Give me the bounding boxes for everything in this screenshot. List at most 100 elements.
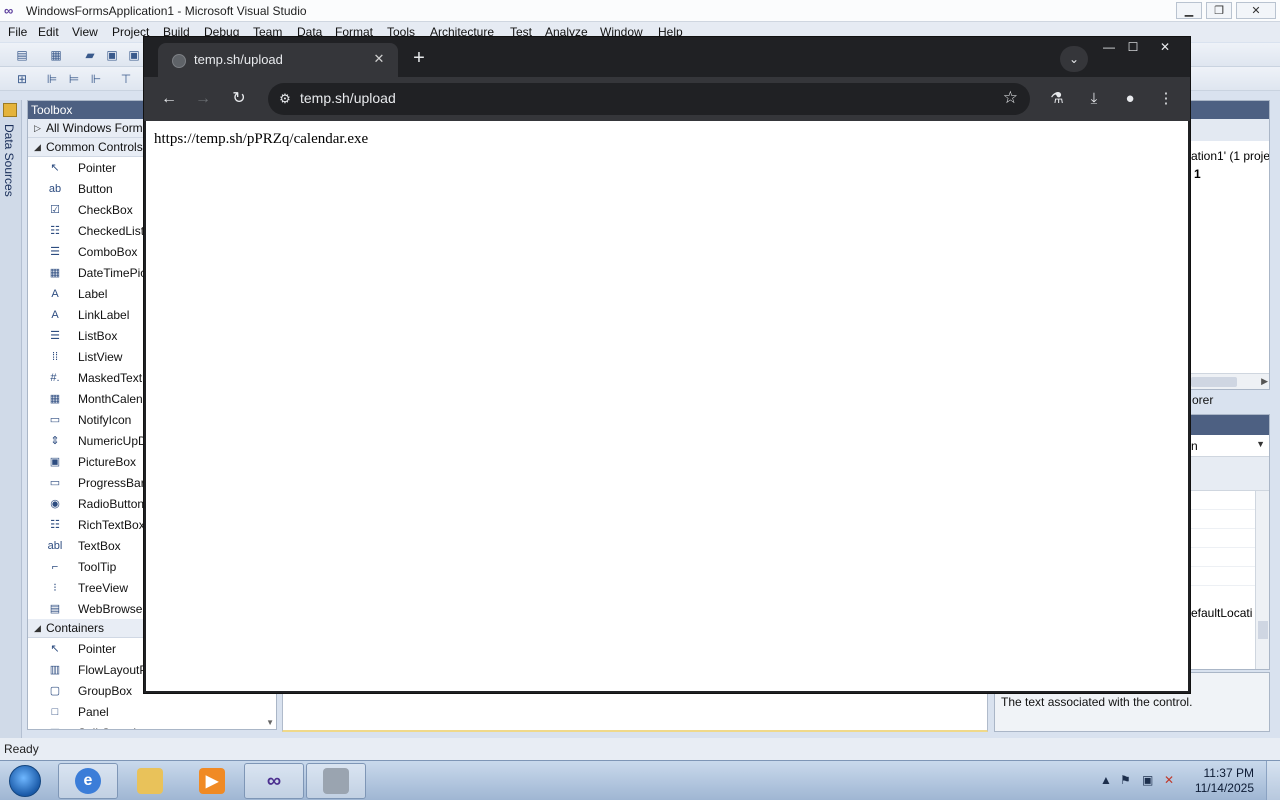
action-center-flag-icon[interactable]: ⚑ [1120,773,1131,787]
toolbox-item-label: Label [78,286,108,301]
properties-vscroll[interactable] [1255,491,1269,669]
tooltip-icon: ⌐ [51,560,59,573]
download-icon[interactable]: ⤓ [1081,87,1107,111]
progressbar-icon: ▭ [49,477,61,489]
profile-icon[interactable]: ● [1117,87,1143,111]
pointer-icon: ↖ [50,643,60,655]
toolbox-item-label: CheckBox [78,202,133,217]
chevron-down-icon[interactable]: ▼ [1256,439,1265,449]
form-designer-area[interactable] [282,690,988,732]
uploaded-file-link[interactable]: https://temp.sh/pPRZq/calendar.exe [154,131,368,148]
chrome-tab-strip: temp.sh/upload ✕ + ⌄ — ☐ ✕ [144,37,1190,77]
vs-restore-button[interactable]: ❐ [1206,2,1232,19]
taskbar: e ▶ ∞ ▲ ⚑ ▣ ✕ 11:37 PM 11/14/2025 [0,760,1280,800]
close-tab-icon[interactable]: ✕ [370,50,388,68]
numericupdown-icon: ⇕ [50,435,60,447]
menu-view[interactable]: View [72,25,98,39]
combobox-icon: ☰ [50,246,60,258]
groupbox-icon: ▢ [49,685,61,697]
toolbox-item-label: LinkLabel [78,307,130,322]
toolbox-item-label: ComboBox [78,244,138,259]
media-player-icon: ▶ [199,768,225,794]
align-lefts-icon[interactable]: ⊫ [44,71,60,87]
align-centers-icon[interactable]: ⊨ [66,71,82,87]
label-icon: A [51,287,59,300]
chrome-close-button[interactable]: ✕ [1150,39,1180,55]
back-button[interactable]: ← [156,87,182,111]
vs-close-button[interactable]: ✕ [1236,2,1276,19]
save-icon[interactable]: ▣ [104,47,120,63]
property-start-position[interactable]: efaultLocati [1191,606,1252,620]
toolbox-item[interactable]: □ Panel [28,701,276,722]
new-tab-button[interactable]: + [406,47,432,69]
add-item-icon[interactable]: ▦ [48,47,64,63]
data-sources-icon[interactable] [3,103,17,117]
align-tops-icon[interactable]: ⊤ [118,71,134,87]
maskedtextbox-icon: #. [50,371,60,384]
monthcalendar-icon: ▦ [49,393,61,405]
toolbox-item[interactable]: ▥ SplitContainer [28,722,276,730]
bookmark-star-icon[interactable]: ☆ [1003,88,1018,108]
menu-edit[interactable]: Edit [38,25,59,39]
clock[interactable]: 11:37 PM 11/14/2025 [1195,766,1254,796]
status-text: Ready [4,742,39,756]
taskbar-media-player[interactable]: ▶ [182,763,242,799]
labs-flask-icon[interactable]: ⚗ [1044,87,1070,111]
volume-muted-icon[interactable]: ✕ [1164,773,1174,787]
toolbox-scroll-down-icon[interactable]: ▼ [266,718,274,727]
open-folder-icon[interactable]: ▰ [82,47,98,63]
vs-window-title: WindowsFormsApplication1 - Microsoft Vis… [26,4,307,18]
properties-header [1191,415,1269,435]
tab-search-button[interactable]: ⌄ [1060,46,1088,72]
align-rights-icon[interactable]: ⊩ [88,71,104,87]
project-node[interactable]: 1 [1194,167,1201,181]
address-bar[interactable]: ⚙ temp.sh/upload ☆ [268,83,1030,115]
save-all-icon[interactable]: ▣ [126,47,142,63]
flowlayoutpanel-icon: ▥ [49,664,61,676]
panel-icon: □ [51,705,59,718]
browser-icon: e [75,768,101,794]
vs-minimize-button[interactable]: ▁ [1176,2,1202,19]
pointer-icon: ↖ [50,162,60,174]
site-settings-icon[interactable]: ⚙ [276,90,294,108]
listview-icon: ⁞⁞ [51,350,59,363]
taskbar-app[interactable] [306,763,366,799]
reload-button[interactable]: ↻ [226,87,252,111]
hscroll-thumb[interactable] [1191,377,1237,387]
scroll-right-icon[interactable]: ▶ [1261,376,1268,387]
more-menu-icon[interactable]: ⋮ [1153,87,1179,111]
align-to-grid-icon[interactable]: ⊞ [14,71,30,87]
show-desktop-button[interactable] [1266,761,1280,800]
solution-explorer-tab[interactable]: orer [1192,393,1213,407]
clock-time: 11:37 PM [1203,766,1254,780]
address-url[interactable]: temp.sh/upload [300,90,396,106]
data-sources-tab[interactable]: Data Sources [2,124,16,197]
webbrowser-icon: ▤ [49,603,61,615]
solution-explorer-hscroll[interactable]: ▶ [1191,373,1269,389]
tab-temp-sh-upload[interactable]: temp.sh/upload ✕ [158,43,398,77]
toolbox-item-label: ListView [78,349,123,364]
new-project-icon[interactable]: ▤ [14,47,30,63]
forward-button[interactable]: → [190,87,216,111]
taskbar-visual-studio[interactable]: ∞ [244,763,304,799]
taskbar-explorer[interactable] [120,763,180,799]
toolbox-item-label: ToolTip [78,559,117,574]
toolbox-item-label: Panel [78,704,109,719]
listbox-icon: ☰ [50,330,60,342]
menu-file[interactable]: File [8,25,27,39]
taskbar-ie[interactable]: e [58,763,118,799]
chrome-window: temp.sh/upload ✕ + ⌄ — ☐ ✕ ← → ↻ ⚙ temp.… [143,36,1191,694]
vscroll-thumb[interactable] [1258,621,1268,639]
chrome-maximize-button[interactable]: ☐ [1118,39,1148,55]
show-hidden-icons[interactable]: ▲ [1100,773,1112,787]
start-button[interactable] [4,763,46,799]
expand-arrow-icon: ▷ [34,122,41,133]
properties-object-combo[interactable]: n ▼ [1191,435,1269,457]
toolbox-item-label: GroupBox [78,683,133,698]
checkedlistbox-icon: ☷ [50,225,60,237]
solution-node[interactable]: ation1' (1 proje [1191,149,1269,163]
treeview-icon: ⁝ [53,582,57,594]
network-icon[interactable]: ▣ [1142,773,1153,787]
radiobutton-icon: ◉ [50,498,60,510]
clock-date: 11/14/2025 [1194,781,1254,795]
